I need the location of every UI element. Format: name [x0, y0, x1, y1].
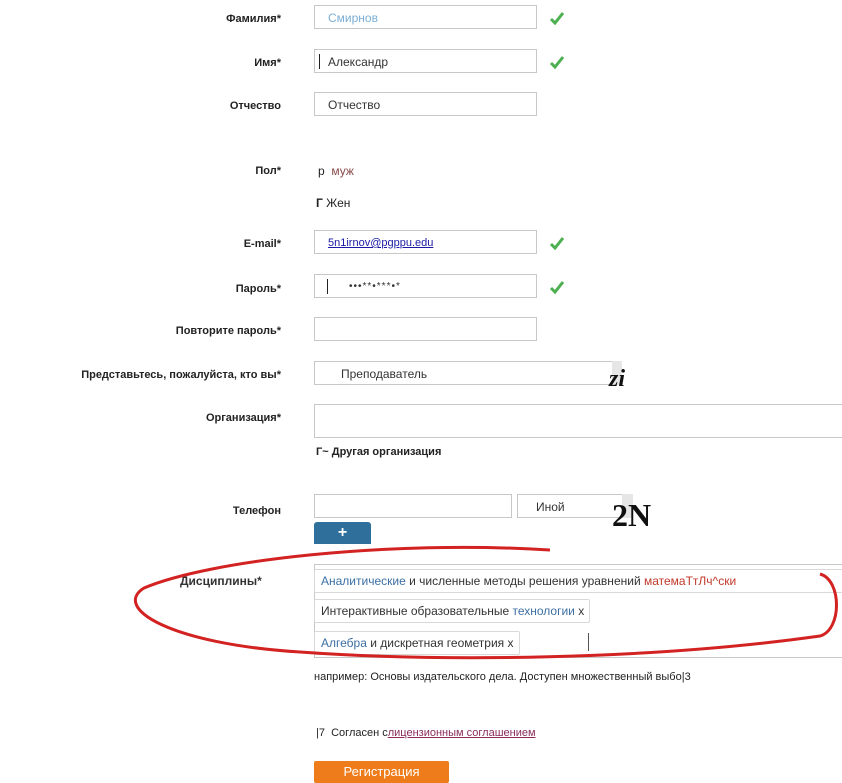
role-select[interactable]: Преподаватель [314, 361, 622, 385]
text-caret [327, 279, 328, 294]
scan-artifact-text: zi [609, 366, 626, 392]
last-name-label: Фамилия* [226, 13, 281, 25]
license-link[interactable]: лицензионным соглашением [388, 727, 536, 739]
phone-label: Телефон [232, 505, 281, 517]
radio-marker: р [318, 164, 325, 178]
check-icon [549, 235, 565, 251]
organization-label: Организация* [205, 412, 281, 424]
gender-label: Пол* [255, 165, 281, 177]
first-name-input[interactable]: Александр [314, 49, 537, 73]
text-caret [319, 54, 320, 69]
agreement-text: Согласен с [331, 727, 388, 739]
last-name-input[interactable]: Смирнов [314, 5, 537, 29]
check-icon [549, 279, 565, 295]
role-label: Представьтесь, пожалуйста, кто вы* [81, 369, 281, 381]
red-ellipse-annotation [133, 545, 838, 660]
phone-input[interactable] [314, 494, 512, 518]
organization-input[interactable] [314, 404, 842, 438]
gender-female-option[interactable]: Г Жен [316, 196, 350, 210]
scan-artifact-text: 2N [612, 497, 652, 533]
other-organization-label: Другая организация [331, 446, 442, 458]
email-label: E-mail* [243, 238, 281, 250]
other-organization-option[interactable]: Г~ Другая организация [316, 446, 441, 458]
password-input[interactable]: •••**•***•* [314, 274, 537, 298]
gender-male-option[interactable]: р муж [318, 164, 354, 178]
middle-name-input[interactable]: Отчество [314, 92, 537, 116]
check-icon [549, 10, 565, 26]
disciplines-hint: например: Основы издательского дела. Дос… [314, 671, 691, 683]
gender-male-label: муж [331, 164, 354, 178]
first-name-label: Имя* [254, 57, 281, 69]
agreement-row: |7 Согласен слицензионным соглашением [316, 727, 536, 739]
agreement-checkbox[interactable]: |7 [316, 727, 325, 739]
password-repeat-input[interactable] [314, 317, 537, 341]
password-value: •••**•***•* [349, 281, 401, 292]
password-label: Пароль* [235, 283, 281, 295]
register-button[interactable]: Регистрация [314, 761, 449, 783]
radio-marker: Г [316, 196, 323, 210]
gender-female-label: Жен [326, 196, 351, 210]
first-name-value: Александр [328, 55, 389, 69]
checkbox-marker: Г~ [316, 446, 329, 458]
check-icon [549, 54, 565, 70]
email-input[interactable]: 5n1irnov@pgppu.edu [314, 230, 537, 254]
password-repeat-label: Повторите пароль* [175, 325, 281, 337]
middle-name-label: Отчество [229, 100, 281, 112]
email-value: 5n1irnov@pgppu.edu [328, 237, 434, 249]
